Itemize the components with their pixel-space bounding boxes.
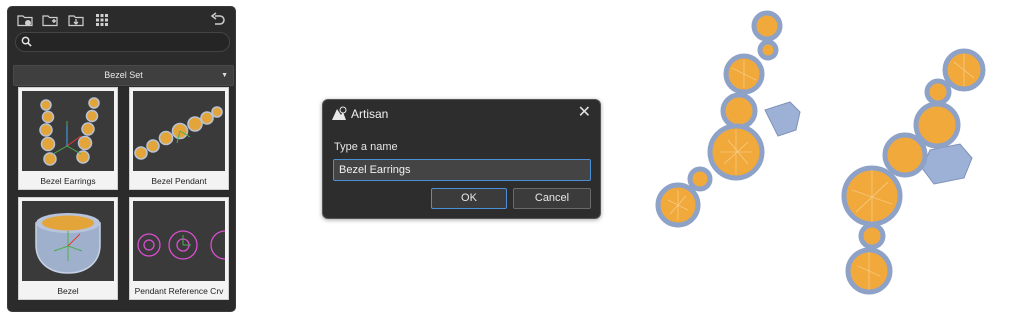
dialog-prompt: Type a name xyxy=(334,141,398,153)
right-earring xyxy=(841,48,986,295)
thumbnail xyxy=(133,91,225,171)
library-item-label: Bezel xyxy=(57,286,79,296)
add-folder-icon[interactable] xyxy=(42,12,58,28)
thumbnail xyxy=(22,91,114,171)
thumbnail xyxy=(133,201,225,281)
cancel-button[interactable]: Cancel xyxy=(513,188,591,209)
collection-dropdown[interactable]: Bezel Set ▼ xyxy=(13,65,234,86)
library-panel: Bezel Set ▼ Bezel Earrings Bezel Pendant… xyxy=(7,6,236,312)
library-item-label: Pendant Reference Crv xyxy=(134,286,224,296)
name-input[interactable]: Bezel Earrings xyxy=(333,159,591,181)
name-dialog: Artisan ✕ Type a name Bezel Earrings OK … xyxy=(322,99,601,219)
collection-dropdown-value: Bezel Set xyxy=(104,70,143,80)
library-item-label: Bezel Earrings xyxy=(40,176,96,186)
artisan-logo-icon xyxy=(332,106,347,120)
dialog-title: Artisan xyxy=(351,107,389,121)
thumbnail xyxy=(22,201,114,281)
search-input[interactable] xyxy=(15,32,230,52)
grid-view-icon[interactable] xyxy=(94,12,110,28)
import-icon[interactable] xyxy=(68,12,84,28)
close-icon[interactable]: ✕ xyxy=(578,104,591,122)
new-folder-icon[interactable] xyxy=(17,12,33,28)
library-item-bezel[interactable]: Bezel xyxy=(18,197,118,300)
left-earring xyxy=(655,10,801,228)
search-icon xyxy=(21,36,32,47)
library-item-bezel-pendant[interactable]: Bezel Pendant xyxy=(129,87,229,190)
library-item-bezel-earrings[interactable]: Bezel Earrings xyxy=(18,87,118,190)
library-item-pendant-reference-crv[interactable]: Pendant Reference Crv xyxy=(129,197,229,300)
ok-button[interactable]: OK xyxy=(431,188,507,209)
undo-icon[interactable] xyxy=(210,12,226,28)
earrings-render xyxy=(655,10,986,295)
chevron-down-icon: ▼ xyxy=(221,72,228,79)
screenshot: Bezel Set ▼ Bezel Earrings Bezel Pendant… xyxy=(0,0,1024,319)
library-item-label: Bezel Pendant xyxy=(151,176,207,186)
